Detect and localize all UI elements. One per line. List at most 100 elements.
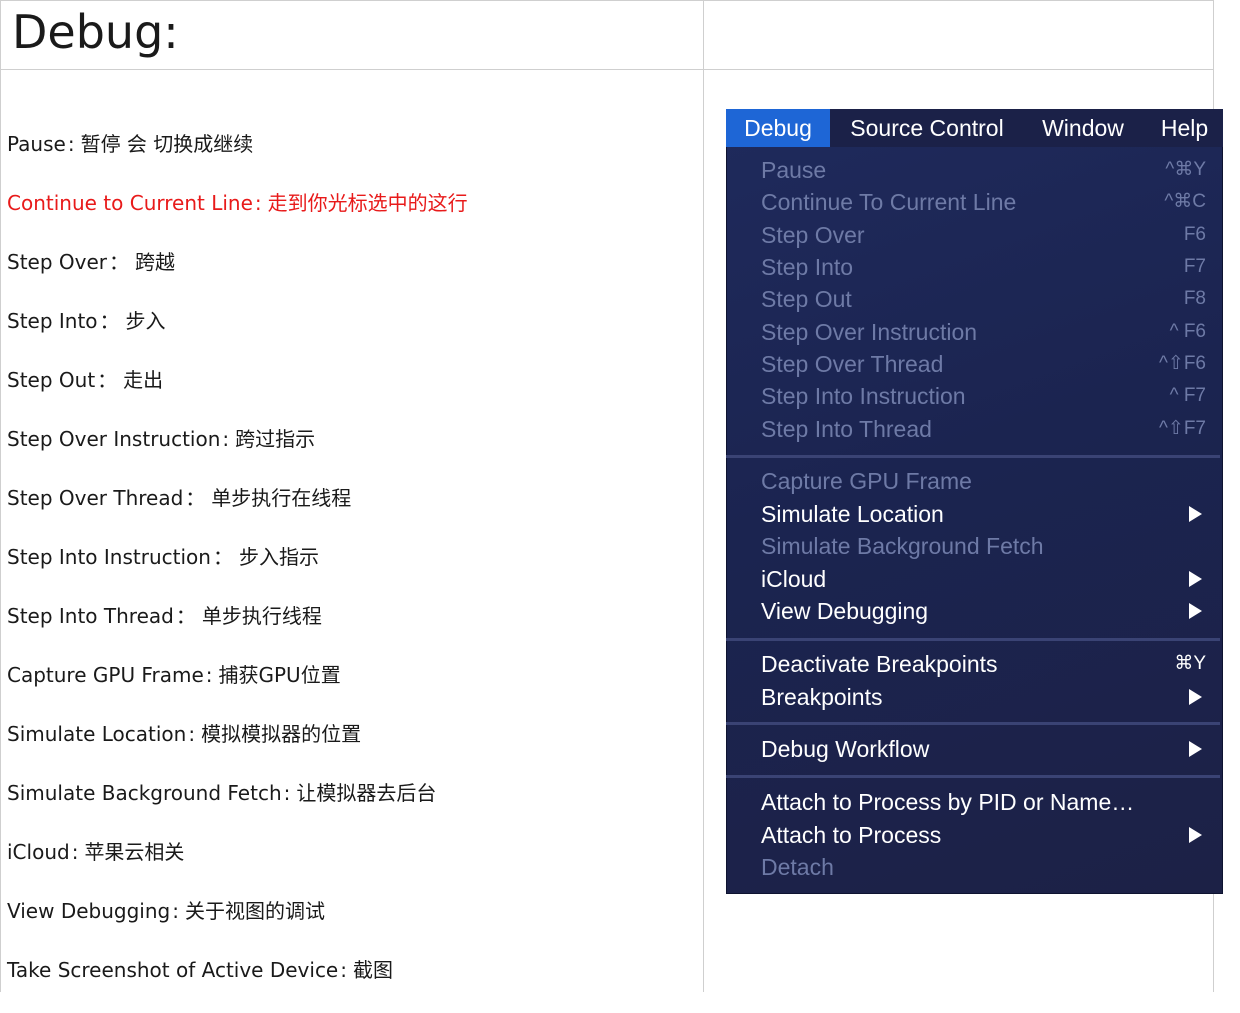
menu-item-detach[interactable]: Detach (761, 851, 1206, 883)
note-separator: : (283, 781, 291, 805)
menu-item-shortcut: ^ F6 (1169, 321, 1206, 342)
note-row: Step Into Instruction：步入指示 (7, 541, 697, 600)
menu-item-label: Debug Workflow (761, 736, 930, 762)
note-row: Step Over：跨越 (7, 246, 697, 305)
note-description: 跨过指示 (235, 427, 316, 451)
menu-item-simulate-background-fetch[interactable]: Simulate Background Fetch (761, 530, 1206, 562)
note-separator: ： (109, 250, 129, 274)
menu-item-capture-gpu-frame[interactable]: Capture GPU Frame (761, 465, 1206, 497)
note-row: Pause: 暂停 会 切换成继续 (7, 128, 697, 187)
note-row: Simulate Location: 模拟模拟器的位置 (7, 718, 697, 777)
menu-item-breakpoints[interactable]: Breakpoints (761, 681, 1206, 713)
menu-item-icloud[interactable]: iCloud (761, 563, 1206, 595)
note-term: Step Over Instruction (7, 427, 221, 451)
note-term: Capture GPU Frame (7, 663, 204, 687)
menu-item-label: View Debugging (761, 598, 929, 624)
menu-item-label: Simulate Location (761, 501, 944, 527)
note-row: Continue to Current Line: 走到你光标选中的这行 (7, 187, 697, 246)
notes-list: Pause: 暂停 会 切换成继续 Continue to Current Line… (7, 128, 697, 1013)
page-title: Debug: (12, 5, 179, 59)
menu-item-label: Step Into Instruction (761, 383, 966, 409)
note-separator: ： (212, 545, 233, 569)
note-term: Step Out (7, 368, 96, 392)
note-term: Pause (7, 132, 66, 156)
note-row: Capture GPU Frame: 捕获GPU位置 (7, 659, 697, 718)
note-row: Take Screenshot of Active Device: 截图 (7, 954, 697, 1013)
submenu-arrow-icon (1189, 571, 1202, 587)
note-term: View Debugging (7, 899, 171, 923)
menu-item-simulate-location[interactable]: Simulate Location (761, 498, 1206, 530)
note-row: Step Over Instruction: 跨过指示 (7, 423, 697, 482)
menubar-item-window[interactable]: Window (1024, 109, 1142, 147)
menu-item-label: Capture GPU Frame (761, 468, 972, 494)
menu-item-debug-workflow[interactable]: Debug Workflow (761, 733, 1206, 765)
menu-item-label: Step Over Instruction (761, 319, 978, 345)
note-separator: ： (175, 604, 196, 628)
note-term: Step Over (7, 250, 107, 274)
menu-item-step-into-thread[interactable]: Step Into Thread ^⇧F7 (761, 413, 1206, 445)
submenu-arrow-icon (1189, 506, 1202, 522)
note-separator: : (340, 958, 347, 982)
menu-separator (726, 638, 1220, 641)
note-separator: : (67, 132, 75, 156)
note-description: 走到你光标选中的这行 (267, 191, 468, 215)
note-description: 关于视图的调试 (184, 899, 325, 923)
menu-item-view-debugging[interactable]: View Debugging (761, 595, 1206, 627)
note-row: View Debugging: 关于视图的调试 (7, 895, 697, 954)
menu-item-step-into-instruction[interactable]: Step Into Instruction ^ F7 (761, 380, 1206, 412)
table-header-row (0, 0, 1213, 70)
menu-item-step-over[interactable]: Step Over F6 (761, 219, 1206, 251)
note-row: Step Into Thread：单步执行线程 (7, 600, 697, 659)
menu-item-deactivate-breakpoints[interactable]: Deactivate Breakpoints ⌘Y (761, 648, 1206, 680)
note-term: Simulate Background Fetch (7, 781, 282, 805)
note-description: 单步执行线程 (201, 604, 322, 628)
note-row: Step Out：走出 (7, 364, 697, 423)
menu-item-step-over-instruction[interactable]: Step Over Instruction ^ F6 (761, 316, 1206, 348)
menu-item-label: Step Over Thread (761, 351, 944, 377)
menu-item-label: Step Out (761, 286, 852, 312)
submenu-arrow-icon (1189, 827, 1202, 843)
submenu-arrow-icon (1189, 689, 1202, 705)
menu-item-shortcut: F8 (1183, 288, 1206, 309)
menu-item-pause[interactable]: Pause ^⌘Y (761, 154, 1206, 186)
menubar-item-source-control[interactable]: Source Control (830, 109, 1024, 147)
note-separator: : (222, 427, 230, 451)
note-term: Step Over Thread (7, 486, 184, 510)
menu-item-step-out[interactable]: Step Out F8 (761, 283, 1206, 315)
note-description: 步入指示 (238, 545, 319, 569)
menu-item-label: Pause (761, 157, 827, 183)
menu-item-shortcut: ^⇧F7 (1158, 418, 1206, 439)
menu-item-shortcut: ^⌘C (1164, 191, 1206, 212)
table-column-divider (703, 0, 704, 992)
menu-item-shortcut: F6 (1183, 224, 1206, 245)
menu-item-attach-to-process[interactable]: Attach to Process (761, 819, 1206, 851)
menubar-item-debug[interactable]: Debug (726, 109, 830, 147)
menu-item-shortcut: ^⌘Y (1165, 159, 1206, 180)
menu-item-step-over-thread[interactable]: Step Over Thread ^⇧F6 (761, 348, 1206, 380)
note-row: iCloud: 苹果云相关 (7, 836, 697, 895)
note-term: iCloud (7, 840, 70, 864)
note-description: 步入 (125, 309, 166, 333)
note-term: Simulate Location (7, 722, 187, 746)
menu-separator (726, 455, 1220, 458)
menu-item-continue-to-current-line[interactable]: Continue To Current Line ^⌘C (761, 186, 1206, 218)
menu-item-label: Detach (761, 854, 834, 880)
menu-item-shortcut: ^ F7 (1169, 385, 1206, 406)
debug-menu-screenshot: Debug Source Control Window Help Pause ^⌘Y Co… (726, 109, 1223, 894)
note-description: 苹果云相关 (84, 840, 185, 864)
note-separator: : (254, 191, 262, 215)
menu-bar: Debug Source Control Window Help (726, 109, 1223, 147)
menu-item-attach-to-process-by-pid-or-name[interactable]: Attach to Process by PID or Name… (761, 786, 1206, 818)
note-row: Step Over Thread：单步执行在线程 (7, 482, 697, 541)
menubar-item-help[interactable]: Help (1146, 109, 1223, 147)
note-term: Step Into Instruction (7, 545, 211, 569)
note-description: 走出 (123, 368, 164, 392)
note-term: Step Into (7, 309, 98, 333)
menu-item-step-into[interactable]: Step Into F7 (761, 251, 1206, 283)
note-term: Take Screenshot of Active Device (7, 958, 339, 982)
menu-item-shortcut: ⌘Y (1174, 653, 1206, 674)
menu-item-label: Step Into (761, 254, 854, 280)
note-separator: ： (185, 486, 206, 510)
note-row: Simulate Background Fetch: 让模拟器去后台 (7, 777, 697, 836)
note-separator: : (205, 663, 213, 687)
